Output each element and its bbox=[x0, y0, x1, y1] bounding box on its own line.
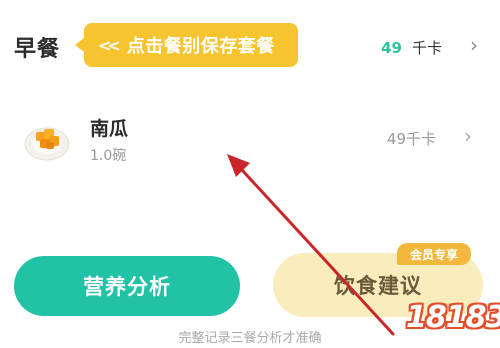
chevron-right-icon[interactable]: › bbox=[464, 124, 472, 148]
meal-calories: 49 千卡 bbox=[381, 37, 442, 58]
nutrition-analysis-button[interactable]: 营养分析 bbox=[14, 256, 240, 316]
save-meal-tooltip[interactable]: << 点击餐别保存套餐 bbox=[75, 23, 298, 67]
vip-exclusive-badge: 会员专享 bbox=[397, 243, 471, 265]
pumpkin-dish-image bbox=[24, 127, 70, 161]
food-portion: 1.0碗 bbox=[90, 148, 127, 164]
food-name: 南瓜 bbox=[90, 118, 129, 140]
meal-calories-value: 49 bbox=[381, 39, 402, 57]
food-list-item[interactable]: 南瓜 1.0碗 49千卡 › bbox=[0, 100, 500, 170]
tooltip-text: 点击餐别保存套餐 bbox=[126, 36, 275, 57]
double-chevron-left-icon: << bbox=[98, 35, 121, 55]
meal-header[interactable]: 早餐 << 点击餐别保存套餐 49 千卡 › bbox=[0, 0, 500, 80]
site-watermark-logo: 18183 bbox=[396, 290, 500, 340]
chevron-right-icon[interactable]: › bbox=[470, 33, 478, 57]
food-calories: 49千卡 bbox=[386, 130, 436, 148]
meal-title[interactable]: 早餐 bbox=[14, 31, 60, 63]
meal-calories-unit: 千卡 bbox=[411, 39, 442, 57]
watermark-text: 18183 bbox=[406, 300, 500, 335]
